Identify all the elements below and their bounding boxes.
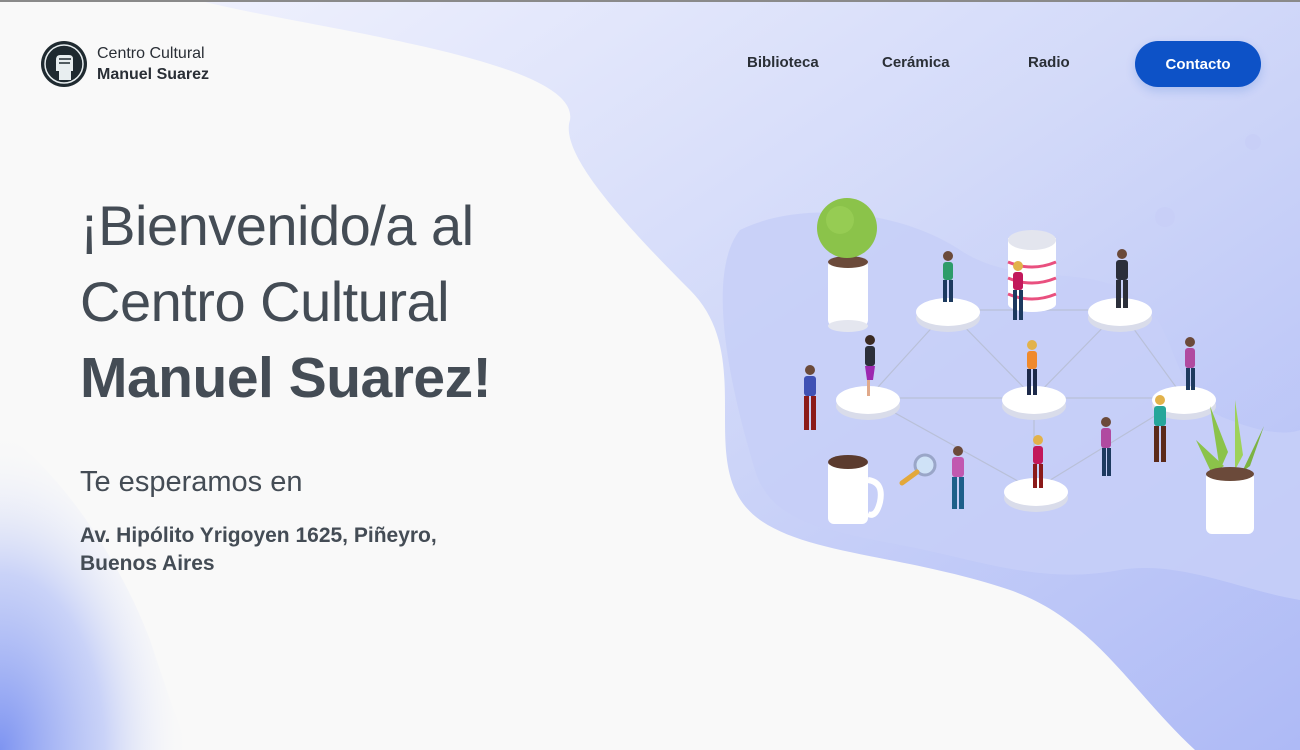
nav-link-biblioteca[interactable]: Biblioteca [747, 54, 819, 71]
main-nav: Biblioteca Cerámica Radio Contacto [0, 41, 1300, 87]
aloe-plant-icon [1196, 400, 1264, 534]
tree-pot-icon [817, 198, 877, 332]
person-figure [1101, 417, 1111, 476]
magnifier-icon [899, 453, 937, 486]
coffee-mug-icon [828, 455, 884, 524]
person-figure [943, 251, 953, 302]
nav-link-radio[interactable]: Radio [1028, 54, 1070, 71]
hero-line-1: ¡Bienvenido/a al [80, 194, 474, 257]
contact-button[interactable]: Contacto [1135, 41, 1261, 87]
community-network-illustration [804, 198, 1264, 534]
person-figure [1185, 337, 1195, 390]
hero-heading: ¡Bienvenido/a al Centro Cultural Manuel … [80, 188, 640, 416]
person-figure [804, 365, 816, 430]
nav-link-ceramica[interactable]: Cerámica [882, 54, 950, 71]
hero-line-3: Manuel Suarez! [80, 346, 492, 410]
platform-discs [836, 298, 1216, 512]
address-text: Av. Hipólito Yrigoyen 1625, Piñeyro, Bue… [80, 524, 437, 575]
hero-line-2: Centro Cultural [80, 270, 450, 333]
location-intro: Te esperamos en [80, 466, 303, 498]
person-figure [952, 446, 964, 509]
decor-dot [1245, 134, 1261, 150]
